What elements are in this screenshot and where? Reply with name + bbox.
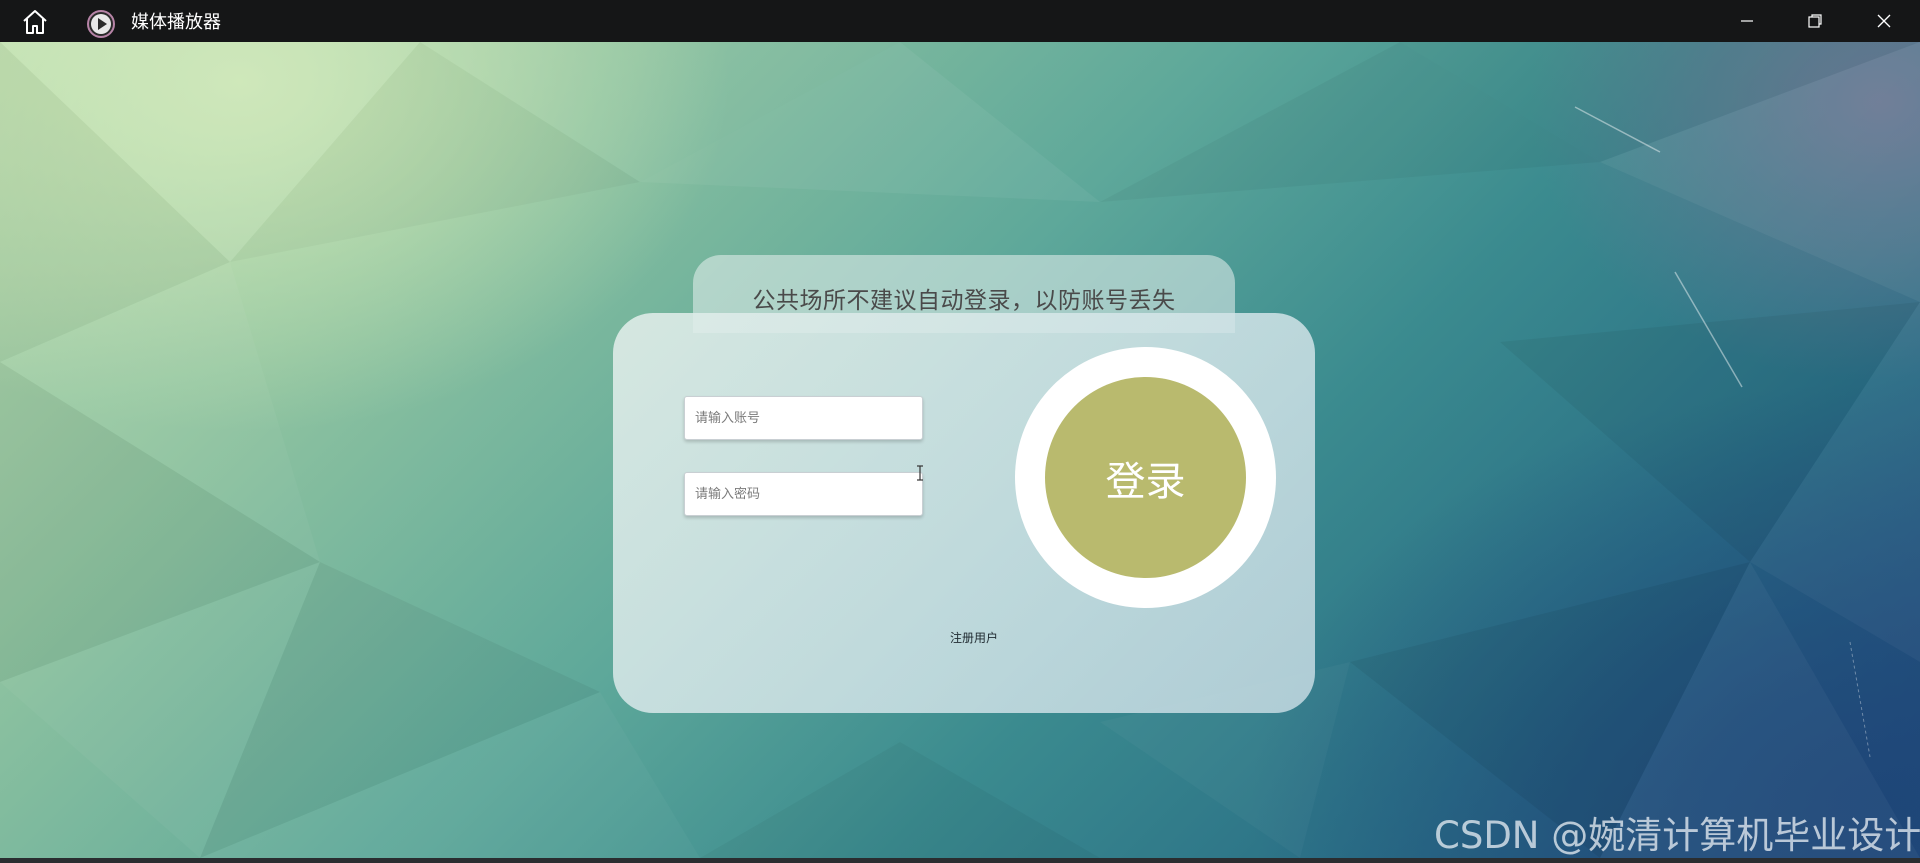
login-button[interactable]: 登录 xyxy=(1045,377,1246,578)
password-input[interactable] xyxy=(684,472,923,516)
media-player-icon xyxy=(87,10,115,38)
minimize-icon xyxy=(1741,20,1753,22)
app-window: 媒体播放器 公共场所不建议自动登录，以防账号丢失 请输入账号 登录 注册用户 C… xyxy=(0,0,1920,863)
register-link[interactable]: 注册用户 xyxy=(950,629,998,646)
account-input[interactable] xyxy=(684,396,923,440)
watermark: CSDN @婉清计算机毕业设计 xyxy=(1434,814,1920,857)
window-title: 媒体播放器 xyxy=(131,12,221,33)
restore-button[interactable] xyxy=(1781,0,1849,42)
home-icon[interactable] xyxy=(20,9,50,35)
restore-icon xyxy=(1808,14,1822,28)
close-button[interactable] xyxy=(1850,0,1918,42)
minimize-button[interactable] xyxy=(1713,0,1781,42)
notice-text: 公共场所不建议自动登录，以防账号丢失 xyxy=(752,288,1176,314)
bottom-border xyxy=(0,858,1920,863)
title-bar: 媒体播放器 xyxy=(0,0,1920,42)
close-icon xyxy=(1877,14,1891,28)
text-cursor-icon xyxy=(917,465,923,481)
